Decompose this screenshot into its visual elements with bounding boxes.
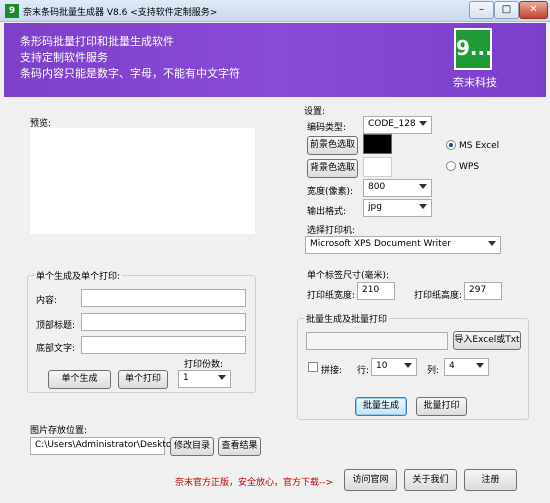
chevron-down-icon <box>419 184 427 189</box>
chevron-down-icon <box>419 121 427 126</box>
batch-group-label: 批量生成及批量打印 <box>304 312 390 325</box>
bottom-text-label: 底部文字: <box>36 344 76 354</box>
modify-dir-button[interactable]: 修改目录 <box>170 437 214 456</box>
bottom-text-input[interactable] <box>81 336 246 354</box>
cols-select[interactable]: 4 <box>444 358 489 376</box>
about-us-button[interactable]: 关于我们 <box>404 469 457 491</box>
rows-select[interactable]: 10 <box>371 358 417 376</box>
chevron-down-icon <box>476 363 484 368</box>
banner-line: 条码内容只能是数字、字母，不能有中文字符 <box>20 67 240 80</box>
settings-label: 设置: <box>304 107 326 117</box>
maximize-button[interactable]: □ <box>494 1 519 19</box>
rows-value: 10 <box>376 361 388 371</box>
single-print-button[interactable]: 单个打印 <box>118 370 168 389</box>
close-button[interactable]: ✕ <box>519 1 548 19</box>
single-group-label: 单个生成及单个打印: <box>34 269 123 282</box>
batch-file-input[interactable] <box>306 332 448 350</box>
chevron-down-icon <box>419 204 427 209</box>
copies-value: 1 <box>183 373 189 383</box>
batch-generate-button[interactable]: 批量生成 <box>355 397 407 416</box>
visit-website-button[interactable]: 访问官网 <box>344 469 397 491</box>
chevron-down-icon <box>218 375 226 380</box>
tile-label: 拼接: <box>321 366 343 376</box>
background-color-button[interactable]: 背景色选取 <box>307 159 358 178</box>
paper-width-label: 打印纸宽度: <box>307 291 356 301</box>
barcode-type-label: 编码类型: <box>307 123 347 133</box>
company-logo: 9... <box>454 28 493 70</box>
rows-label: 行: <box>357 366 370 376</box>
cols-label: 列: <box>427 366 440 376</box>
top-title-input[interactable] <box>81 313 246 331</box>
format-label: 输出格式: <box>307 207 347 217</box>
banner-line: 条形码批量打印和批量生成软件 <box>20 35 174 48</box>
app-icon: 9 <box>5 4 19 18</box>
background-color-swatch[interactable] <box>363 157 392 177</box>
printer-select[interactable]: Microsoft XPS Document Writer <box>305 236 501 254</box>
paper-height-input[interactable]: 297 <box>464 282 502 300</box>
logo-caption: 奈末科技 <box>453 76 497 89</box>
logo-glyph: 9... <box>456 36 493 60</box>
width-select[interactable]: 800 <box>363 179 432 197</box>
ms-excel-label: MS Excel <box>459 141 500 151</box>
import-excel-button[interactable]: 导入Excel或Txt <box>453 331 521 350</box>
width-label: 宽度(像素): <box>307 187 354 197</box>
foreground-color-button[interactable]: 前景色选取 <box>307 136 358 155</box>
minimize-button[interactable]: – <box>469 1 494 19</box>
tile-checkbox[interactable] <box>308 362 318 372</box>
batch-print-button[interactable]: 批量打印 <box>416 397 467 416</box>
preview-area <box>30 128 255 234</box>
official-notice: 奈末官方正版，安全放心，官方下载--> <box>175 478 334 488</box>
chevron-down-icon <box>404 363 412 368</box>
single-generate-button[interactable]: 单个生成 <box>48 370 111 389</box>
label-size-label: 单个标签尺寸(毫米): <box>307 271 390 281</box>
register-button[interactable]: 注册 <box>464 469 517 491</box>
printer-value: Microsoft XPS Document Writer <box>310 239 451 249</box>
wps-label: WPS <box>459 162 480 172</box>
copies-label: 打印份数: <box>184 360 224 370</box>
top-title-label: 顶部标题: <box>36 321 76 331</box>
barcode-type-value: CODE_128 <box>368 119 416 129</box>
foreground-color-swatch[interactable] <box>363 134 392 154</box>
copies-select[interactable]: 1 <box>178 370 231 388</box>
banner: 条形码批量打印和批量生成软件 支持定制软件服务 条码内容只能是数字、字母，不能有… <box>4 23 546 97</box>
chevron-down-icon <box>488 241 496 246</box>
paper-width-input[interactable]: 210 <box>357 282 395 300</box>
cols-value: 4 <box>449 361 455 371</box>
wps-radio[interactable] <box>446 161 456 171</box>
ms-excel-radio[interactable] <box>446 140 456 150</box>
window-title: 奈末条码批量生成器 V8.6 <支持软件定制服务> <box>23 8 218 18</box>
save-path-label: 图片存放位置: <box>30 426 88 436</box>
width-value: 800 <box>368 182 386 192</box>
content-label: 内容: <box>36 296 58 306</box>
save-path-input[interactable]: C:\Users\Administrator\Desktop <box>30 437 177 455</box>
content-input[interactable] <box>81 289 246 307</box>
format-value: jpg <box>368 202 382 212</box>
printer-label: 选择打印机: <box>307 226 356 236</box>
banner-line: 支持定制软件服务 <box>20 51 108 64</box>
barcode-type-select[interactable]: CODE_128 <box>363 116 432 134</box>
format-select[interactable]: jpg <box>363 199 432 217</box>
view-results-button[interactable]: 查看结果 <box>218 437 261 456</box>
paper-height-label: 打印纸高度: <box>414 291 463 301</box>
